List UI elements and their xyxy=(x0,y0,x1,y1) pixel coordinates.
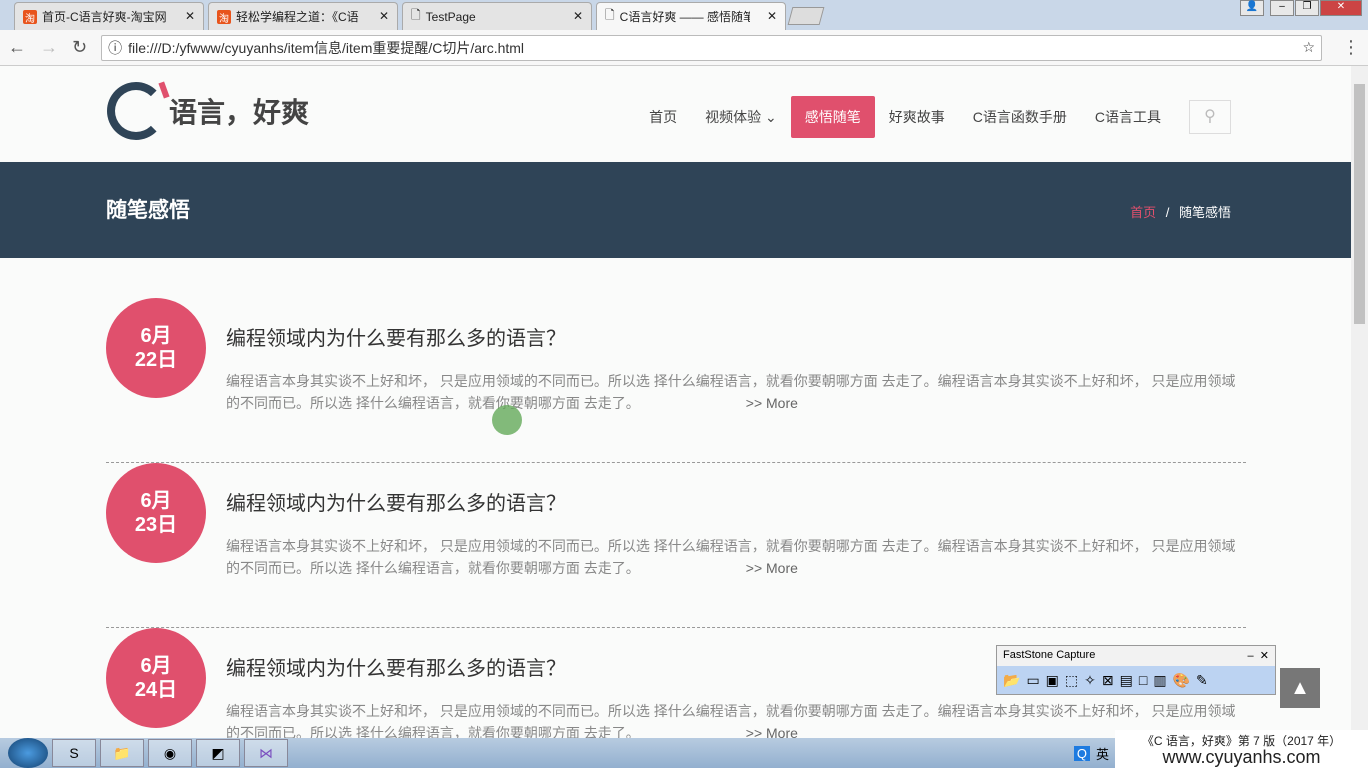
sublime-icon[interactable]: S xyxy=(52,739,96,767)
taskbar: S 📁 ◉ ◩ ⋈ Q英 xyxy=(0,738,1115,768)
main-nav: 首页 视频体验 ⌄ 感悟随笔 好爽故事 C语言函数手册 C语言工具 ⚲ xyxy=(635,96,1231,138)
start-button[interactable] xyxy=(8,738,48,768)
nav-essays[interactable]: 感悟随笔 xyxy=(790,96,875,138)
arrow-up-icon: ▲ xyxy=(1290,677,1310,699)
visual-studio-icon[interactable]: ⋈ xyxy=(244,739,288,767)
faststone-title: FastStone Capture xyxy=(1003,649,1096,661)
ime-icon[interactable]: Q xyxy=(1073,745,1090,761)
post-title[interactable]: 编程领域内为什么要有那么多的语言？ xyxy=(226,322,566,351)
nav-home[interactable]: 首页 xyxy=(635,96,691,138)
taobao-icon: 淘 xyxy=(23,9,37,25)
tab-taobao-home[interactable]: 淘首页-C语言好爽-淘宝网 ✕ xyxy=(14,2,204,30)
breadcrumb-home[interactable]: 首页 xyxy=(1130,205,1156,220)
tab-book[interactable]: 淘轻松学编程之道：《C语 ✕ xyxy=(208,2,398,30)
open-icon[interactable]: 📂 xyxy=(1003,672,1020,689)
scrollbar-thumb[interactable] xyxy=(1354,84,1365,324)
scrollbar[interactable] xyxy=(1351,66,1368,738)
post-title[interactable]: 编程领域内为什么要有那么多的语言？ xyxy=(226,652,566,681)
capture-scroll-icon[interactable]: ▤ xyxy=(1120,672,1133,689)
site-header: 语言，好爽 首页 视频体验 ⌄ 感悟随笔 好爽故事 C语言函数手册 C语言工具 … xyxy=(0,66,1351,162)
page-title: 随笔感悟 xyxy=(106,199,190,222)
restore-button[interactable]: ❐ xyxy=(1295,0,1319,16)
tab-current[interactable]: 🗋 C语言好爽 —— 感悟随笔 ✕ xyxy=(596,2,786,30)
post-excerpt: 编程语言本身其实谈不上好和坏， 只是应用领域的不同而已。所以选 择什么编程语言，… xyxy=(226,538,1236,576)
minimize-button[interactable]: – xyxy=(1270,0,1294,16)
cursor-highlight xyxy=(492,405,522,435)
nav-stories[interactable]: 好爽故事 xyxy=(875,96,959,138)
page-banner: 随笔感悟 首页 / 随笔感悟 xyxy=(0,162,1351,258)
search-icon: ⚲ xyxy=(1204,108,1216,125)
star-icon[interactable]: ☆ xyxy=(1302,39,1315,56)
post-excerpt: 编程语言本身其实谈不上好和坏， 只是应用领域的不同而已。所以选 择什么编程语言，… xyxy=(226,373,1236,411)
chrome-icon[interactable]: ◉ xyxy=(148,739,192,767)
tab-strip: 淘首页-C语言好爽-淘宝网 ✕ 淘轻松学编程之道：《C语 ✕ 🗋 TestPage ✕ … xyxy=(0,0,1368,30)
close-tab-icon[interactable]: ✕ xyxy=(767,9,777,23)
palette-icon[interactable]: 🎨 xyxy=(1173,672,1190,689)
minimize-icon[interactable]: – xyxy=(1248,650,1254,662)
post-item: 6月 22日 编程领域内为什么要有那么多的语言？ 编程语言本身其实谈不上好和坏， … xyxy=(106,298,1246,463)
close-icon[interactable]: ✕ xyxy=(1260,650,1269,662)
info-icon: ⓘ xyxy=(108,39,123,56)
reload-icon[interactable]: ↻ xyxy=(72,37,87,58)
forward-icon[interactable]: → xyxy=(40,37,58,58)
search-button[interactable]: ⚲ xyxy=(1189,100,1231,134)
page-icon: 🗋 xyxy=(605,8,615,22)
kotlin-icon[interactable]: ◩ xyxy=(196,739,240,767)
watermark: 《C 语言，好爽》第 7 版（2017 年） www.cyuyanhs.com xyxy=(1115,730,1368,768)
date-badge: 6月 23日 xyxy=(106,463,206,563)
nav-tools[interactable]: C语言工具 xyxy=(1081,96,1175,138)
back-to-top-button[interactable]: ▲ xyxy=(1280,668,1320,708)
back-icon[interactable]: ← xyxy=(8,37,26,58)
record-video-icon[interactable]: ▥ xyxy=(1153,672,1166,689)
address-bar[interactable]: ⓘ file:///D:/yfwww/cyuyanhs/item信息/item重要… xyxy=(101,34,1322,61)
toolbar: ← → ↻ ⓘ file:///D:/yfwww/cyuyanhs/item信息/… xyxy=(0,30,1368,66)
date-badge: 6月 22日 xyxy=(106,298,206,398)
capture-fixed-icon[interactable]: □ xyxy=(1139,672,1147,688)
post-excerpt: 编程语言本身其实谈不上好和坏， 只是应用领域的不同而已。所以选 择什么编程语言，… xyxy=(226,700,1241,738)
logo[interactable]: 语言，好爽 xyxy=(107,82,309,140)
capture-object-icon[interactable]: ▣ xyxy=(1046,672,1059,689)
capture-freehand-icon[interactable]: ✧ xyxy=(1084,672,1096,689)
close-tab-icon[interactable]: ✕ xyxy=(379,9,389,23)
logo-c-mark xyxy=(107,82,165,140)
explorer-icon[interactable]: 📁 xyxy=(100,739,144,767)
capture-window-icon[interactable]: ▭ xyxy=(1026,672,1039,689)
nav-manual[interactable]: C语言函数手册 xyxy=(959,96,1081,138)
new-tab-button[interactable] xyxy=(787,7,825,25)
system-tray: Q英 xyxy=(1073,744,1115,763)
capture-fullscreen-icon[interactable]: ⊠ xyxy=(1102,672,1114,689)
taobao-icon: 淘 xyxy=(217,9,231,25)
faststone-capture-panel: FastStone Capture – ✕ 📂 ▭ ▣ ⬚ ✧ ⊠ ▤ □ ▥ 🎨 ✎ xyxy=(996,645,1276,695)
close-tab-icon[interactable]: ✕ xyxy=(185,9,195,23)
more-link[interactable]: >> More xyxy=(746,560,798,576)
close-window-button[interactable]: ✕ xyxy=(1320,0,1362,16)
nav-video[interactable]: 视频体验 ⌄ xyxy=(691,96,791,138)
page: 语言，好爽 首页 视频体验 ⌄ 感悟随笔 好爽故事 C语言函数手册 C语言工具 … xyxy=(0,66,1351,738)
settings-icon[interactable]: ✎ xyxy=(1196,672,1208,689)
tab-testpage[interactable]: 🗋 TestPage ✕ xyxy=(402,2,592,30)
menu-icon[interactable]: ⋮ xyxy=(1342,37,1360,58)
breadcrumb: 首页 / 随笔感悟 xyxy=(1130,205,1231,220)
page-icon: 🗋 xyxy=(411,8,421,22)
more-link[interactable]: >> More xyxy=(746,395,798,411)
user-icon[interactable]: 👤 xyxy=(1240,0,1264,16)
date-badge: 6月 24日 xyxy=(106,628,206,728)
post-item: 6月 23日 编程领域内为什么要有那么多的语言？ 编程语言本身其实谈不上好和坏， … xyxy=(106,463,1246,628)
capture-rect-icon[interactable]: ⬚ xyxy=(1065,672,1078,689)
close-tab-icon[interactable]: ✕ xyxy=(573,9,583,23)
post-title[interactable]: 编程领域内为什么要有那么多的语言？ xyxy=(226,487,566,516)
more-link[interactable]: >> More xyxy=(746,725,798,738)
